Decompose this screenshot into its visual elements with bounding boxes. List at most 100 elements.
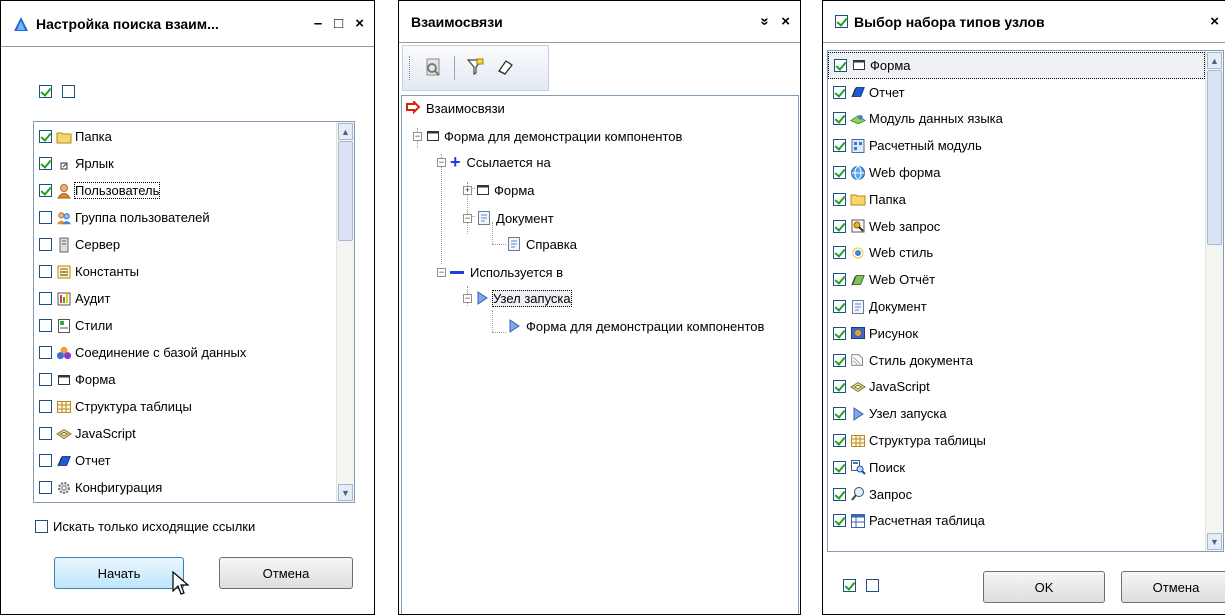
list-item[interactable]: Папка bbox=[34, 123, 354, 150]
scroll-thumb[interactable] bbox=[338, 141, 353, 241]
tree-node-launch-form[interactable]: Форма для демонстрации компонентов bbox=[508, 316, 764, 336]
cancel-button[interactable]: Отмена bbox=[219, 557, 353, 589]
list-item[interactable]: Поиск bbox=[828, 454, 1223, 481]
scroll-down-button[interactable]: ▼ bbox=[1207, 533, 1222, 550]
collapse-toggle[interactable]: − bbox=[463, 293, 472, 303]
scroll-down-button[interactable]: ▼ bbox=[338, 484, 353, 501]
item-checkbox[interactable] bbox=[39, 238, 52, 251]
close-button[interactable]: × bbox=[355, 15, 364, 32]
tree-node-form-ref[interactable]: + Форма bbox=[463, 180, 535, 200]
ok-button[interactable]: OK bbox=[983, 571, 1105, 603]
expand-toggle[interactable]: + bbox=[463, 185, 472, 195]
list-item[interactable]: JavaScript bbox=[828, 374, 1223, 401]
item-checkbox[interactable] bbox=[833, 353, 846, 367]
select-all-checkbox[interactable] bbox=[39, 85, 52, 98]
list-item[interactable]: Стиль документа bbox=[828, 347, 1223, 374]
scroll-up-button[interactable]: ▲ bbox=[338, 123, 353, 140]
list-item[interactable]: Аудит bbox=[34, 285, 354, 312]
item-checkbox[interactable] bbox=[833, 300, 846, 314]
list-item[interactable]: Web запрос bbox=[828, 213, 1223, 240]
minimize-button[interactable]: – bbox=[314, 15, 322, 32]
tree-node-used-in[interactable]: − Используется в bbox=[437, 262, 563, 282]
item-checkbox[interactable] bbox=[39, 265, 52, 278]
item-checkbox[interactable] bbox=[833, 219, 846, 233]
list-item[interactable]: Соединение с базой данных bbox=[34, 339, 354, 366]
collapse-toggle[interactable]: − bbox=[437, 157, 446, 167]
cancel-button[interactable]: Отмена bbox=[1121, 571, 1225, 603]
item-checkbox[interactable] bbox=[39, 157, 52, 170]
list-item[interactable]: Отчет bbox=[828, 79, 1223, 106]
item-checkbox[interactable] bbox=[833, 434, 846, 448]
item-checkbox[interactable] bbox=[833, 487, 846, 501]
list-item[interactable]: Web стиль bbox=[828, 240, 1223, 267]
list-item[interactable]: Конфигурация bbox=[34, 474, 354, 501]
list-item[interactable]: Структура таблицы bbox=[828, 427, 1223, 454]
start-button[interactable]: Начать bbox=[54, 557, 184, 589]
close-button[interactable]: × bbox=[781, 13, 790, 30]
item-checkbox[interactable] bbox=[39, 184, 52, 197]
list-item[interactable]: Группа пользователей bbox=[34, 204, 354, 231]
item-checkbox[interactable] bbox=[833, 380, 846, 394]
item-checkbox[interactable] bbox=[39, 454, 52, 467]
item-checkbox[interactable] bbox=[833, 460, 846, 474]
maximize-button[interactable]: □ bbox=[334, 15, 343, 32]
list-item[interactable]: Форма bbox=[34, 366, 354, 393]
item-checkbox[interactable] bbox=[39, 130, 52, 143]
select-none-checkbox[interactable] bbox=[62, 85, 75, 98]
item-checkbox[interactable] bbox=[833, 407, 846, 421]
tree-node-help[interactable]: Справка bbox=[506, 234, 577, 254]
list-item[interactable]: Константы bbox=[34, 258, 354, 285]
item-checkbox[interactable] bbox=[833, 514, 846, 528]
collapse-toggle[interactable]: − bbox=[437, 267, 446, 277]
item-checkbox[interactable] bbox=[39, 211, 52, 224]
list-item[interactable]: Запрос bbox=[828, 481, 1223, 508]
item-checkbox[interactable] bbox=[833, 139, 846, 153]
select-all-checkbox[interactable] bbox=[843, 579, 856, 592]
outgoing-only-option[interactable]: Искать только исходящие ссылки bbox=[35, 519, 255, 534]
list-item[interactable]: Web Отчёт bbox=[828, 266, 1223, 293]
item-checkbox[interactable] bbox=[39, 427, 52, 440]
scroll-thumb[interactable] bbox=[1207, 70, 1222, 245]
select-none-checkbox[interactable] bbox=[866, 579, 879, 592]
options-chevron-button[interactable]: » bbox=[757, 17, 774, 25]
list-item[interactable]: Пользователь bbox=[34, 177, 354, 204]
collapse-toggle[interactable]: − bbox=[463, 213, 472, 223]
tree-root[interactable]: Взаимосвязи bbox=[406, 98, 505, 118]
item-checkbox[interactable] bbox=[833, 246, 846, 260]
list-item[interactable]: Стили bbox=[34, 312, 354, 339]
relations-tree[interactable]: Взаимосвязи − Форма для демонстрации ком… bbox=[401, 95, 799, 614]
list-item[interactable]: Расчетный модуль bbox=[828, 132, 1223, 159]
item-checkbox[interactable] bbox=[833, 85, 846, 99]
list-item[interactable]: Форма bbox=[828, 52, 1205, 79]
scroll-up-button[interactable]: ▲ bbox=[1207, 52, 1222, 69]
list-item[interactable]: Расчетная таблица bbox=[828, 508, 1223, 535]
eraser-icon[interactable] bbox=[495, 57, 515, 80]
item-checkbox[interactable] bbox=[833, 273, 846, 287]
close-button[interactable]: × bbox=[1210, 13, 1219, 30]
list-item[interactable]: Отчет bbox=[34, 447, 354, 474]
outgoing-only-checkbox[interactable] bbox=[35, 520, 48, 533]
list-item[interactable]: Рисунок bbox=[828, 320, 1223, 347]
title-checkbox[interactable] bbox=[835, 15, 848, 28]
item-checkbox[interactable] bbox=[39, 346, 52, 359]
item-checkbox[interactable] bbox=[39, 292, 52, 305]
list-item[interactable]: Узел запуска bbox=[828, 400, 1223, 427]
list-item[interactable]: Сервер bbox=[34, 231, 354, 258]
filter-icon[interactable] bbox=[465, 57, 485, 80]
list-item[interactable]: Структура таблицы bbox=[34, 393, 354, 420]
item-checkbox[interactable] bbox=[833, 166, 846, 180]
item-checkbox[interactable] bbox=[833, 192, 846, 206]
list-item[interactable]: Папка bbox=[828, 186, 1223, 213]
tree-node-refers-to[interactable]: − + Ссылается на bbox=[437, 152, 551, 172]
item-checkbox[interactable] bbox=[833, 326, 846, 340]
item-checkbox[interactable] bbox=[39, 373, 52, 386]
item-checkbox[interactable] bbox=[39, 319, 52, 332]
collapse-toggle[interactable]: − bbox=[413, 131, 422, 141]
item-checkbox[interactable] bbox=[39, 481, 52, 494]
node-type-list[interactable]: Форма Отчет Модуль данных языка Расчетный м… bbox=[827, 50, 1224, 552]
tree-node-document[interactable]: − Документ bbox=[463, 208, 554, 228]
find-relations-icon[interactable] bbox=[422, 56, 444, 81]
list-item[interactable]: Документ bbox=[828, 293, 1223, 320]
tree-node-form[interactable]: − Форма для демонстрации компонентов bbox=[413, 126, 682, 146]
list-item[interactable]: Web форма bbox=[828, 159, 1223, 186]
